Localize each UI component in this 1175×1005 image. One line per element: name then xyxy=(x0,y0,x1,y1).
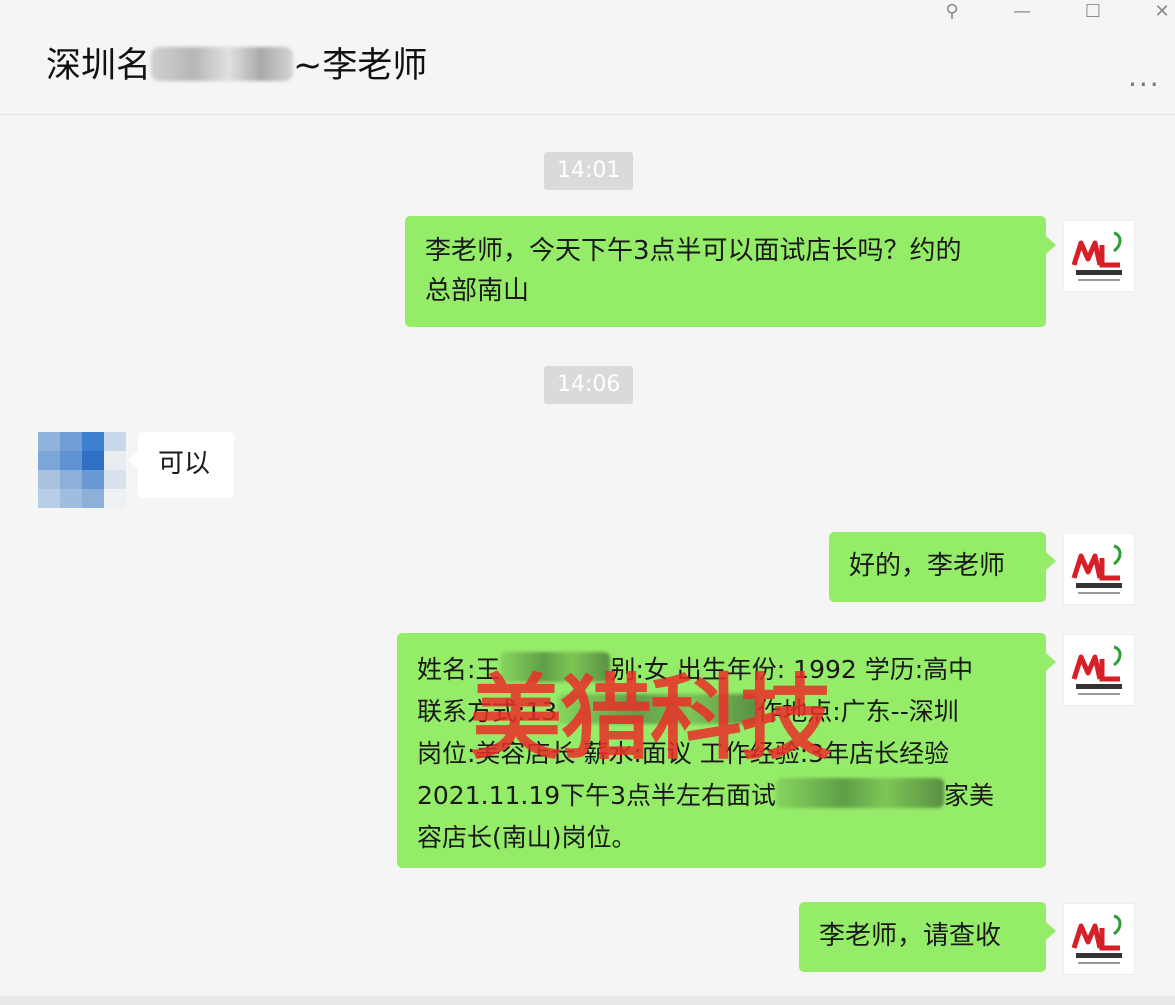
resume-line: 2021.11.19下午3点半左右面试 家美 xyxy=(417,775,1046,817)
self-avatar[interactable] xyxy=(1063,903,1135,975)
contact-avatar[interactable] xyxy=(38,432,126,508)
sent-message[interactable]: 李老师，请查收 xyxy=(799,902,1056,972)
sent-message[interactable]: 李老师，今天下午3点半可以面试店长吗？约的 总部南山 xyxy=(405,216,1056,327)
self-avatar[interactable] xyxy=(1063,634,1135,706)
watermark-text: 美猎科技 xyxy=(470,665,832,772)
resume-line: 容店长(南山)岗位。 xyxy=(417,823,637,852)
sent-message[interactable]: 好的，李老师 xyxy=(829,532,1056,602)
more-options-icon[interactable]: ... xyxy=(1128,60,1161,93)
received-message[interactable]: 可以 xyxy=(128,432,234,498)
chat-title-prefix: 深圳名 xyxy=(46,46,152,86)
self-avatar[interactable] xyxy=(1063,220,1135,292)
self-avatar[interactable] xyxy=(1063,533,1135,605)
redacted-name-mask xyxy=(151,47,294,81)
chat-title-suffix: ~李老师 xyxy=(293,46,428,86)
timestamp: 14:06 xyxy=(544,366,634,404)
chat-header: 深圳名 ~李老师 ⚲ — ☐ ✕ ... xyxy=(0,0,1175,115)
redacted-mask xyxy=(776,778,945,808)
close-icon[interactable]: ✕ xyxy=(1148,0,1175,24)
timestamp: 14:01 xyxy=(544,152,634,190)
pin-icon[interactable]: ⚲ xyxy=(938,0,966,24)
chat-title: 深圳名 ~李老师 xyxy=(46,42,427,90)
input-area-edge xyxy=(0,996,1175,1005)
maximize-icon[interactable]: ☐ xyxy=(1079,0,1107,24)
minimize-icon[interactable]: — xyxy=(1008,0,1036,24)
